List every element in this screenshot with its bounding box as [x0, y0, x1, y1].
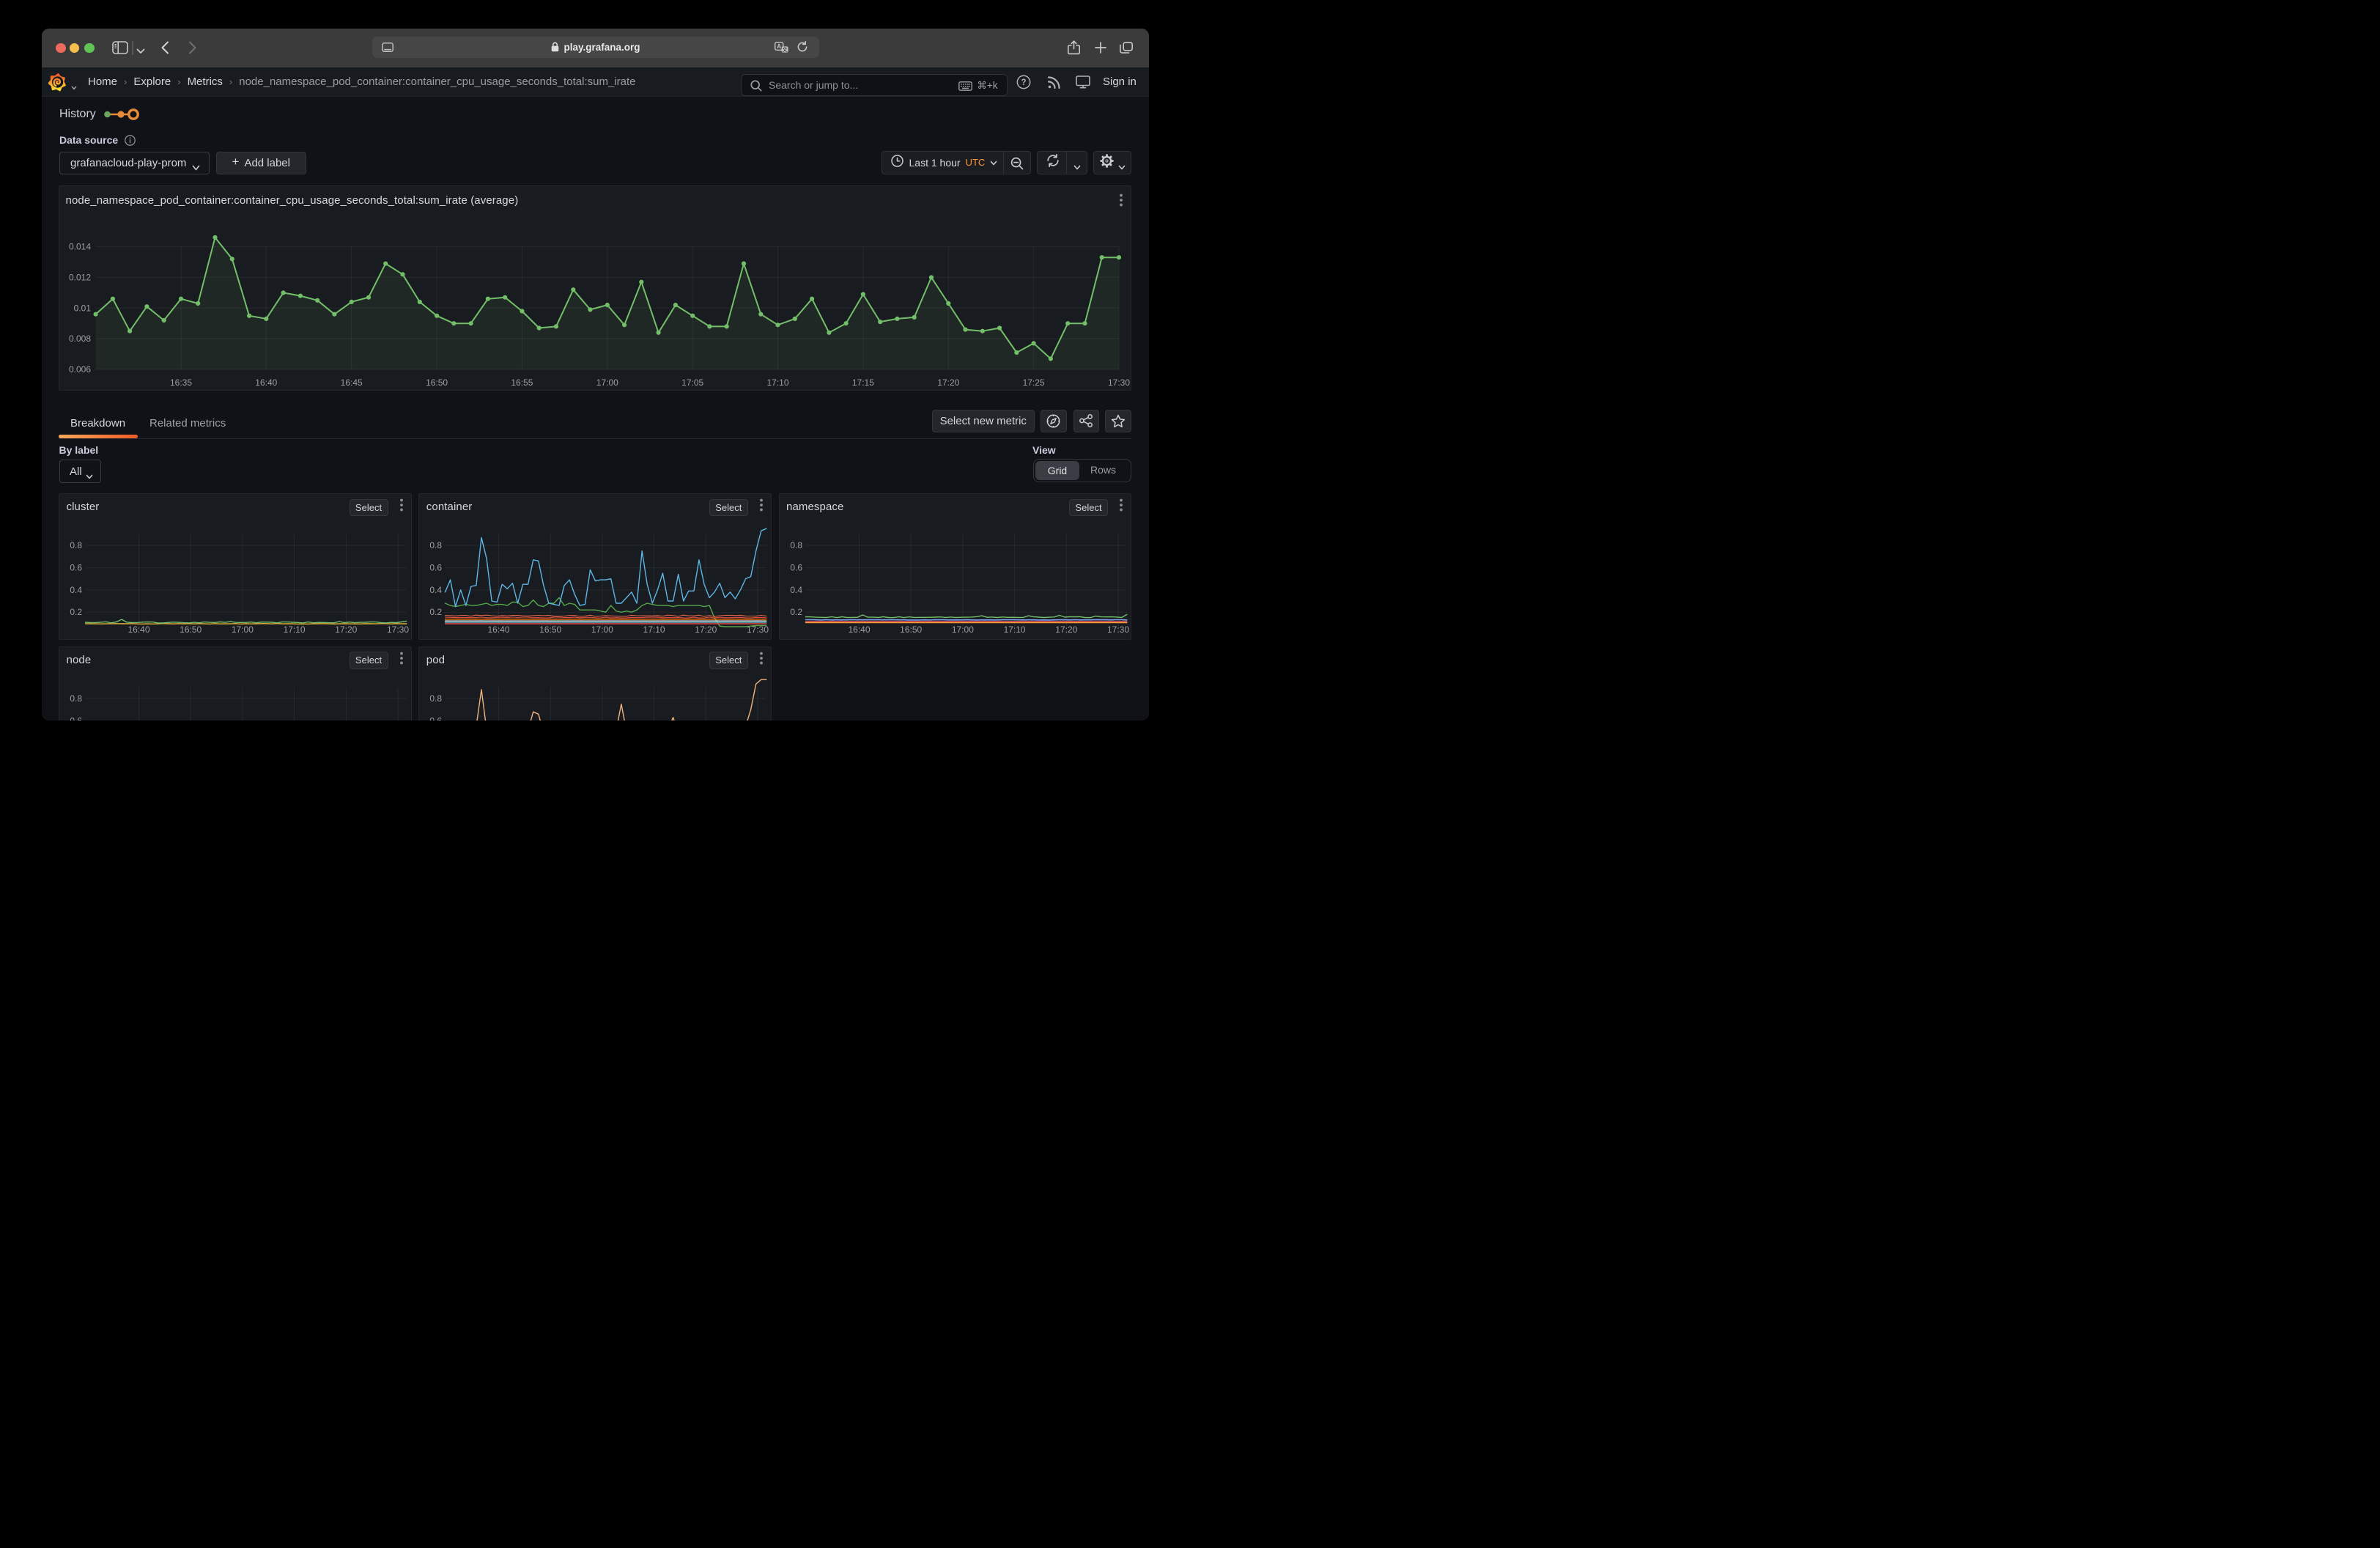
svg-text:0.6: 0.6 — [70, 715, 82, 720]
svg-text:17:10: 17:10 — [1003, 624, 1025, 635]
svg-text:0.6: 0.6 — [430, 562, 443, 572]
svg-text:16:55: 16:55 — [511, 377, 533, 388]
svg-text:17:30: 17:30 — [387, 624, 409, 635]
svg-text:17:15: 17:15 — [852, 377, 874, 388]
svg-text:17:10: 17:10 — [643, 624, 665, 635]
svg-text:0.8: 0.8 — [790, 540, 802, 550]
svg-text:0.8: 0.8 — [70, 693, 82, 704]
svg-text:17:20: 17:20 — [695, 624, 717, 635]
svg-text:0.006: 0.006 — [69, 364, 91, 375]
svg-text:17:00: 17:00 — [951, 624, 973, 635]
svg-text:17:10: 17:10 — [766, 377, 788, 388]
svg-text:0.8: 0.8 — [70, 540, 82, 550]
svg-text:0.4: 0.4 — [70, 585, 82, 595]
svg-text:17:05: 17:05 — [681, 377, 703, 388]
svg-text:16:40: 16:40 — [128, 624, 149, 635]
svg-text:16:50: 16:50 — [900, 624, 922, 635]
svg-text:0.8: 0.8 — [430, 693, 443, 704]
svg-text:文: 文 — [783, 45, 788, 52]
svg-text:0.014: 0.014 — [69, 241, 91, 251]
svg-text:0.4: 0.4 — [430, 585, 443, 595]
svg-text:0.2: 0.2 — [790, 607, 802, 617]
svg-text:17:20: 17:20 — [937, 377, 959, 388]
svg-text:16:50: 16:50 — [426, 377, 448, 388]
svg-text:0.012: 0.012 — [69, 272, 91, 282]
svg-text:16:50: 16:50 — [180, 624, 202, 635]
svg-text:0.2: 0.2 — [70, 607, 82, 617]
svg-text:17:20: 17:20 — [1055, 624, 1077, 635]
svg-text:A: A — [777, 43, 781, 50]
svg-text:0.4: 0.4 — [790, 585, 802, 595]
svg-text:0.6: 0.6 — [790, 562, 802, 572]
svg-text:16:45: 16:45 — [341, 377, 363, 388]
svg-text:0.6: 0.6 — [430, 715, 443, 720]
svg-text:16:40: 16:40 — [488, 624, 510, 635]
svg-text:17:20: 17:20 — [335, 624, 357, 635]
svg-text:0.01: 0.01 — [74, 303, 92, 313]
svg-text:17:10: 17:10 — [284, 624, 306, 635]
svg-text:0.2: 0.2 — [430, 607, 443, 617]
svg-text:17:30: 17:30 — [1108, 377, 1130, 388]
svg-text:0.008: 0.008 — [69, 333, 91, 344]
svg-text:17:00: 17:00 — [591, 624, 613, 635]
svg-text:17:00: 17:00 — [232, 624, 254, 635]
svg-text:16:50: 16:50 — [539, 624, 561, 635]
svg-text:16:40: 16:40 — [255, 377, 277, 388]
svg-text:?: ? — [1021, 78, 1026, 87]
svg-text:17:30: 17:30 — [1106, 624, 1128, 635]
svg-text:17:00: 17:00 — [596, 377, 618, 388]
svg-text:0.6: 0.6 — [70, 562, 82, 572]
svg-text:16:35: 16:35 — [170, 377, 192, 388]
svg-text:17:25: 17:25 — [1023, 377, 1045, 388]
svg-text:0.8: 0.8 — [430, 540, 443, 550]
svg-text:16:40: 16:40 — [848, 624, 870, 635]
